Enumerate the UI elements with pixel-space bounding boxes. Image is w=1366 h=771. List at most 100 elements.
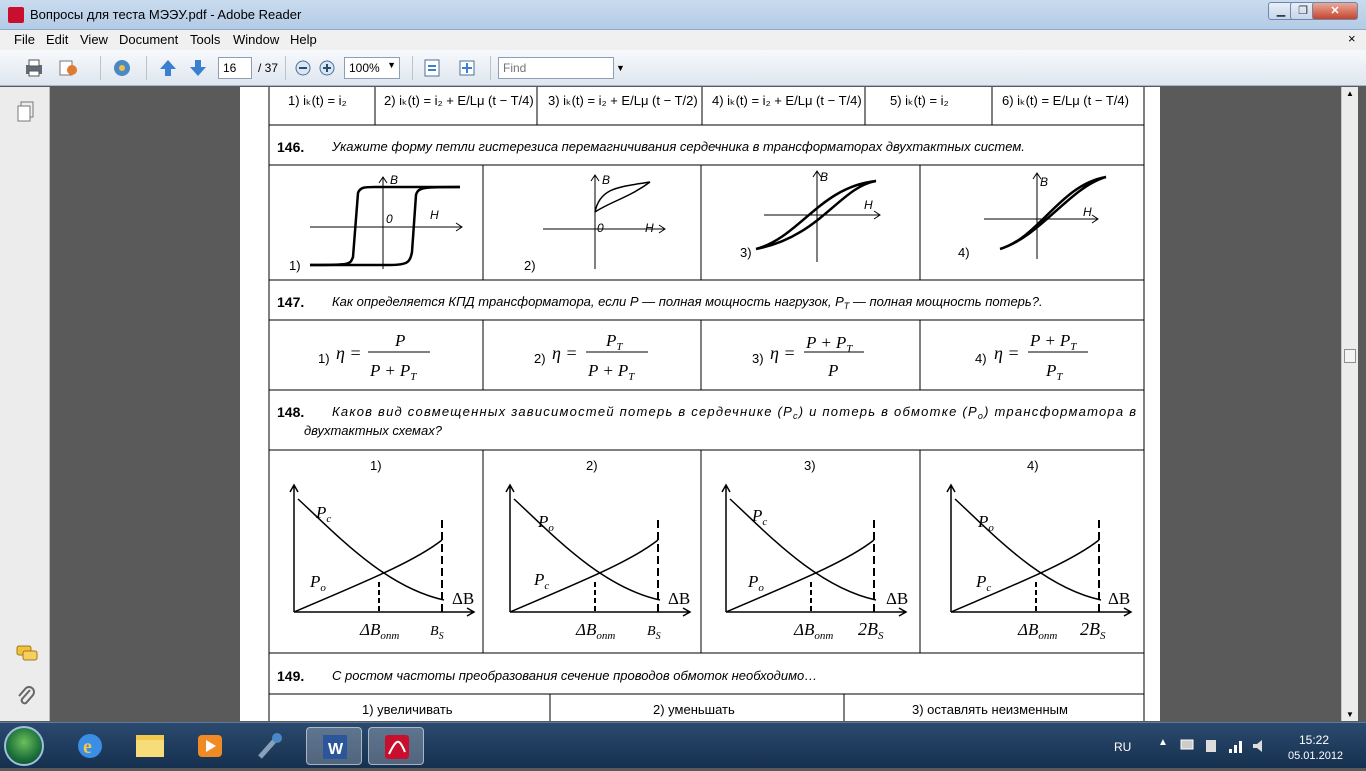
taskbar-adobe-reader[interactable] bbox=[368, 727, 424, 765]
vertical-scrollbar[interactable]: ▲ ▼ bbox=[1341, 87, 1358, 721]
svg-text:η =: η = bbox=[770, 343, 796, 363]
language-indicator[interactable]: RU bbox=[1114, 740, 1131, 754]
scroll-thumb[interactable] bbox=[1344, 349, 1356, 363]
zoom-in-icon[interactable] bbox=[317, 58, 337, 78]
menu-document[interactable]: Document bbox=[119, 32, 178, 47]
q148-option-2: 2) bbox=[586, 458, 598, 473]
q148-g2-db: ΔB bbox=[668, 589, 690, 608]
taskbar-ie[interactable]: e bbox=[62, 727, 118, 765]
clock-date[interactable]: 05.01.2012 bbox=[1288, 750, 1343, 762]
q149-option-2: 2) уменьшать bbox=[653, 702, 735, 717]
q148-g3-po: Po bbox=[747, 572, 764, 594]
q146-number: 146. bbox=[277, 139, 304, 155]
q147-option-2: 2) bbox=[534, 351, 546, 366]
q147-number: 147. bbox=[277, 294, 304, 310]
menu-bar: File Edit View Document Tools Window Hel… bbox=[0, 30, 1366, 50]
q146-h-label-1: H bbox=[430, 208, 439, 222]
q148-graphs bbox=[289, 483, 1133, 617]
settings-icon[interactable] bbox=[112, 58, 132, 78]
start-button[interactable] bbox=[4, 726, 44, 766]
clock-time[interactable]: 15:22 bbox=[1299, 733, 1329, 747]
comments-icon[interactable] bbox=[16, 644, 38, 664]
q148-g4-pc: Pc bbox=[975, 572, 991, 594]
taskbar-explorer[interactable] bbox=[122, 727, 178, 765]
q146-zero-2: 0 bbox=[597, 221, 604, 235]
q147-option-1: 1) bbox=[318, 351, 330, 366]
full-screen-icon[interactable] bbox=[457, 58, 477, 78]
q148-g3-2bs: 2BS bbox=[858, 619, 884, 642]
zoom-select[interactable]: 100% ▼ bbox=[344, 57, 400, 79]
next-page-icon[interactable] bbox=[188, 58, 208, 78]
taskbar-tool[interactable] bbox=[242, 727, 298, 765]
find-options-icon[interactable]: ▼ bbox=[616, 63, 625, 73]
previous-page-icon[interactable] bbox=[158, 58, 178, 78]
q148-number: 148. bbox=[277, 404, 304, 420]
print-icon[interactable] bbox=[24, 58, 44, 78]
q148-g1-db: ΔB bbox=[452, 589, 474, 608]
q148-g2-dbopt: ΔBопт bbox=[575, 620, 615, 642]
menu-view[interactable]: View bbox=[80, 32, 108, 47]
q146-b-label-3: B bbox=[820, 170, 828, 184]
q146-text: Укажите форму петли гистерезиса перемагн… bbox=[331, 139, 1025, 154]
find-input[interactable] bbox=[498, 57, 614, 79]
folder-icon bbox=[136, 735, 164, 757]
media-player-icon bbox=[198, 735, 222, 757]
svg-text:P+PT: P + PT bbox=[369, 361, 417, 383]
svg-text:W: W bbox=[328, 741, 344, 758]
fit-page-icon[interactable] bbox=[422, 58, 442, 78]
q146-option-2: 2) bbox=[524, 258, 536, 273]
q145-option-6: 6) iₖ(t) = E/Lμ (t − T/4) bbox=[1002, 93, 1129, 108]
q148-g2-increasing-curve bbox=[509, 539, 659, 613]
svg-text:η =: η = bbox=[552, 343, 578, 363]
close-button[interactable]: ✕ bbox=[1312, 2, 1358, 20]
title-bar: Вопросы для теста МЭЭУ.pdf - Adobe Reade… bbox=[0, 0, 1366, 30]
svg-text:P: P bbox=[394, 331, 405, 350]
zoom-value: 100% bbox=[349, 61, 380, 75]
document-close-icon[interactable]: × bbox=[1348, 31, 1356, 46]
network-icon[interactable] bbox=[1180, 739, 1196, 753]
navigation-panel bbox=[0, 87, 50, 721]
q148-g3-dbopt: ΔBопт bbox=[793, 620, 833, 642]
signal-icon[interactable] bbox=[1228, 739, 1244, 753]
q145-option-5: 5) iₖ(t) = i₂ bbox=[890, 93, 949, 108]
attachment-icon[interactable] bbox=[16, 684, 36, 706]
taskbar-media[interactable] bbox=[182, 727, 238, 765]
scroll-down-icon[interactable]: ▼ bbox=[1346, 710, 1354, 719]
menu-tools[interactable]: Tools bbox=[190, 32, 220, 47]
share-icon[interactable] bbox=[58, 58, 78, 78]
q148-text-line-2: двухтактных схемах? bbox=[304, 423, 443, 438]
menu-file[interactable]: File bbox=[14, 32, 35, 47]
volume-icon[interactable] bbox=[1252, 739, 1268, 753]
q146-option-4: 4) bbox=[958, 245, 970, 260]
q148-text-line-1: Каков вид совмещенных зависимостей потер… bbox=[332, 404, 1136, 421]
pages-icon[interactable] bbox=[16, 101, 36, 123]
q146-h-label-3: H bbox=[864, 198, 873, 212]
scroll-up-icon[interactable]: ▲ bbox=[1346, 89, 1354, 98]
zoom-out-icon[interactable] bbox=[293, 58, 313, 78]
menu-help[interactable]: Help bbox=[290, 32, 317, 47]
q148-g4-increasing-curve bbox=[950, 539, 1100, 613]
q146-b-label-1: B bbox=[390, 173, 398, 187]
q149-option-3: 3) оставлять неизменным bbox=[912, 702, 1068, 717]
svg-text:PT: PT bbox=[1045, 361, 1063, 383]
menu-window[interactable]: Window bbox=[233, 32, 279, 47]
q148-g4-axes bbox=[946, 483, 1133, 617]
device-icon[interactable] bbox=[1204, 739, 1218, 753]
q148-g3-pc: Pc bbox=[751, 506, 767, 528]
adobe-reader-icon bbox=[385, 735, 409, 759]
q148-g3-axes bbox=[721, 483, 908, 617]
ie-icon: e bbox=[78, 734, 102, 758]
q148-g1-pc: Pc bbox=[315, 503, 331, 525]
page-number-input[interactable]: 16 bbox=[218, 57, 252, 79]
q149-text: С ростом частоты преобразования сечение … bbox=[332, 668, 817, 683]
q145-option-3: 3) iₖ(t) = i₂ + E/Lμ (t − T/2) bbox=[548, 93, 698, 108]
tray-expand-icon[interactable]: ▲ bbox=[1158, 737, 1168, 748]
svg-text:η =: η = bbox=[336, 343, 362, 363]
q146-h-label-4: H bbox=[1083, 205, 1092, 219]
q148-option-3: 3) bbox=[804, 458, 816, 473]
taskbar-word[interactable]: W bbox=[306, 727, 362, 765]
svg-text:P+PT: P + PT bbox=[1029, 331, 1077, 353]
pdf-icon bbox=[8, 7, 24, 23]
menu-edit[interactable]: Edit bbox=[46, 32, 68, 47]
q148-g2-bs: BS bbox=[647, 624, 661, 642]
